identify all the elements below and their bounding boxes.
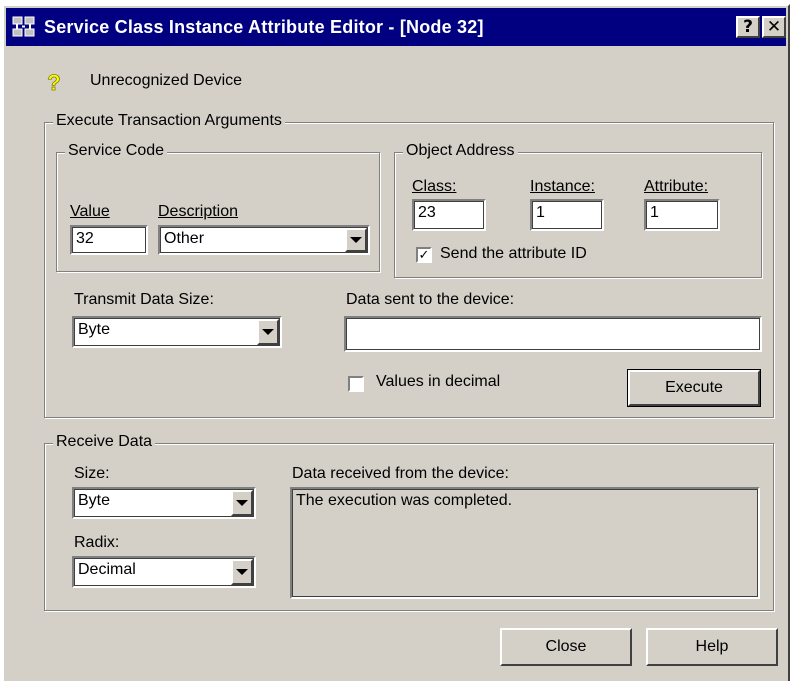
- send-attribute-checkbox[interactable]: ✓: [416, 247, 432, 263]
- data-sent-input[interactable]: [344, 316, 762, 352]
- chevron-down-icon[interactable]: [345, 228, 367, 252]
- chevron-down-icon[interactable]: [231, 490, 253, 516]
- class-label: Class:: [412, 178, 457, 195]
- chevron-down-icon[interactable]: [231, 559, 253, 585]
- attribute-input[interactable]: 1: [644, 199, 720, 231]
- description-value: Other: [164, 230, 205, 247]
- execute-button-label: Execute: [665, 379, 723, 396]
- question-mark-icon: ?: [47, 70, 61, 94]
- data-received-text: The execution was completed.: [296, 492, 513, 509]
- description-label: Description: [158, 203, 239, 220]
- svg-text:?: ?: [47, 70, 60, 94]
- receive-size-value: Byte: [78, 492, 111, 509]
- radix-select[interactable]: Decimal: [72, 556, 256, 588]
- radix-label: Radix:: [74, 534, 120, 551]
- checkmark-icon: ✓: [418, 247, 430, 262]
- help-button[interactable]: Help: [646, 628, 778, 666]
- data-received-box[interactable]: The execution was completed.: [290, 487, 760, 599]
- device-label: Unrecognized Device: [90, 72, 243, 89]
- receive-group-title: Receive Data: [53, 433, 156, 451]
- values-decimal-checkbox[interactable]: [348, 376, 364, 392]
- execute-button[interactable]: Execute: [627, 369, 761, 407]
- title-help-button[interactable]: ?: [736, 16, 760, 38]
- send-attribute-label[interactable]: Send the attribute ID: [440, 245, 587, 263]
- data-sent-label: Data sent to the device:: [346, 291, 515, 308]
- title-bar[interactable]: Service Class Instance Attribute Editor …: [6, 8, 786, 46]
- window-title: Service Class Instance Attribute Editor …: [44, 17, 484, 37]
- title-close-button[interactable]: ✕: [762, 16, 786, 38]
- receive-size-label: Size:: [74, 465, 110, 482]
- values-decimal-label[interactable]: Values in decimal: [376, 373, 500, 391]
- data-received-label: Data received from the device:: [292, 465, 509, 482]
- radix-value: Decimal: [78, 561, 136, 578]
- service-code-group-title: Service Code: [65, 142, 168, 160]
- help-button-label: Help: [695, 638, 729, 655]
- transmit-size-value: Byte: [78, 321, 111, 338]
- attribute-label: Attribute:: [644, 178, 709, 195]
- close-button[interactable]: Close: [500, 628, 632, 666]
- service-code-value-input[interactable]: 32: [70, 225, 148, 255]
- network-app-icon: [12, 16, 35, 37]
- transmit-size-select[interactable]: Byte: [72, 316, 282, 348]
- service-code-description-select[interactable]: Other: [158, 225, 370, 255]
- instance-input[interactable]: 1: [530, 199, 604, 231]
- dialog-window: Service Class Instance Attribute Editor …: [2, 4, 790, 681]
- chevron-down-icon[interactable]: [257, 319, 279, 345]
- class-input[interactable]: 23: [412, 199, 486, 231]
- execute-group-title: Execute Transaction Arguments: [53, 112, 285, 130]
- close-button-label: Close: [545, 638, 587, 655]
- transmit-size-label: Transmit Data Size:: [74, 291, 214, 308]
- instance-label: Instance:: [530, 178, 595, 195]
- receive-size-select[interactable]: Byte: [72, 487, 256, 519]
- value-label: Value: [70, 203, 110, 220]
- object-address-group-title: Object Address: [403, 142, 518, 160]
